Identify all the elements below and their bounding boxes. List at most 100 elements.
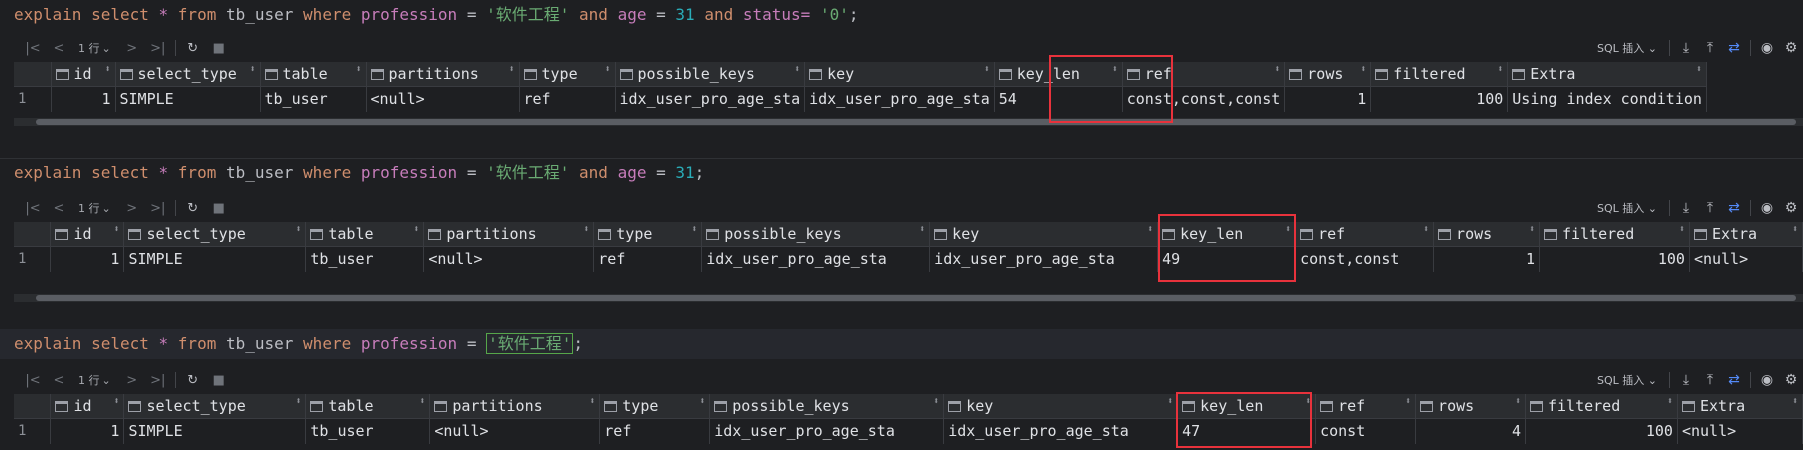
table-cell[interactable]: 47	[1177, 418, 1317, 444]
table-cell[interactable]: tb_user	[260, 86, 367, 112]
table-cell[interactable]: 100	[1525, 418, 1678, 444]
table-cell[interactable]: idx_user_pro_age_sta	[929, 246, 1159, 272]
table-cell[interactable]: tb_user	[305, 418, 431, 444]
last-page-icon[interactable]: >|	[145, 197, 171, 219]
column-header[interactable]: table ⬍	[305, 222, 425, 247]
column-header[interactable]: id ⬍	[50, 394, 125, 419]
query-line-1[interactable]: explain select * from tb_user where prof…	[0, 0, 1803, 30]
sort-icon[interactable]: ⬍	[1679, 224, 1685, 235]
refresh-icon[interactable]: ↻	[180, 197, 206, 219]
sort-icon[interactable]: ⬍	[1529, 224, 1535, 235]
stop-icon[interactable]: ■	[206, 197, 232, 219]
table-row[interactable]: 1 1 SIMPLE tb_user <null> ref idx_user_p…	[14, 418, 1803, 444]
sort-icon[interactable]: ⬍	[604, 64, 610, 75]
refresh-icon[interactable]: ↻	[180, 37, 206, 59]
sort-icon[interactable]: ⬍	[419, 396, 425, 407]
column-header[interactable]: id ⬍	[51, 62, 116, 87]
stop-icon[interactable]: ■	[206, 37, 232, 59]
table-cell[interactable]: const,const,const	[1122, 86, 1286, 112]
column-header[interactable]: partitions ⬍	[366, 62, 520, 87]
compare-icon[interactable]: ⇄	[1722, 37, 1746, 59]
table-cell[interactable]: 1	[1284, 86, 1372, 112]
query-line-2[interactable]: explain select * from tb_user where prof…	[0, 158, 1803, 188]
import-icon[interactable]: ⤒	[1698, 37, 1722, 59]
sort-icon[interactable]: ⬍	[295, 396, 301, 407]
table-cell[interactable]: ref	[519, 86, 616, 112]
table-cell[interactable]: SIMPLE	[123, 418, 307, 444]
next-page-icon[interactable]: >	[119, 369, 145, 391]
sql-mode-selector[interactable]: SQL 插入 ⌄	[1597, 40, 1665, 56]
table-cell[interactable]: 49	[1157, 246, 1297, 272]
sort-icon[interactable]: ⬍	[295, 224, 301, 235]
settings-icon[interactable]: ⚙	[1779, 197, 1803, 219]
sort-icon[interactable]: ⬍	[413, 224, 419, 235]
table-cell[interactable]: const	[1315, 418, 1417, 444]
export-icon[interactable]: ⤓	[1674, 369, 1698, 391]
table-cell[interactable]: 54	[994, 86, 1123, 112]
table-cell[interactable]: idx_user_pro_age_sta	[804, 86, 995, 112]
sort-icon[interactable]: ⬍	[355, 64, 361, 75]
table-cell[interactable]: idx_user_pro_age_sta	[615, 86, 806, 112]
column-header[interactable]: possible_keys ⬍	[709, 394, 945, 419]
column-header[interactable]: ref ⬍	[1122, 62, 1286, 87]
sort-icon[interactable]: ⬍	[1497, 64, 1503, 75]
table-cell[interactable]: idx_user_pro_age_sta	[701, 246, 931, 272]
column-header[interactable]: possible_keys ⬍	[615, 62, 806, 87]
view-icon[interactable]: ◉	[1755, 369, 1779, 391]
column-header[interactable]: select_type ⬍	[123, 222, 307, 247]
sort-icon[interactable]: ⬍	[1696, 64, 1702, 75]
sort-icon[interactable]: ⬍	[249, 64, 255, 75]
table-cell[interactable]: idx_user_pro_age_sta	[709, 418, 945, 444]
sort-icon[interactable]: ⬍	[1147, 224, 1153, 235]
column-header[interactable]: partitions ⬍	[429, 394, 601, 419]
column-header[interactable]: select_type ⬍	[123, 394, 307, 419]
prev-page-icon[interactable]: <	[46, 369, 72, 391]
table-cell[interactable]: ref	[599, 418, 711, 444]
table-cell[interactable]: 100	[1370, 86, 1509, 112]
column-header[interactable]: ref ⬍	[1315, 394, 1417, 419]
sort-icon[interactable]: ⬍	[699, 396, 705, 407]
sort-icon[interactable]: ⬍	[508, 64, 514, 75]
next-page-icon[interactable]: >	[119, 37, 145, 59]
import-icon[interactable]: ⤒	[1698, 197, 1722, 219]
table-cell[interactable]: const,const	[1295, 246, 1435, 272]
table-cell[interactable]: SIMPLE	[123, 246, 307, 272]
column-header[interactable]: rows ⬍	[1415, 394, 1526, 419]
sort-icon[interactable]: ⬍	[1274, 64, 1280, 75]
table-cell[interactable]: 100	[1539, 246, 1690, 272]
settings-icon[interactable]: ⚙	[1779, 37, 1803, 59]
sort-icon[interactable]: ⬍	[583, 224, 589, 235]
prev-page-icon[interactable]: <	[46, 37, 72, 59]
sort-icon[interactable]: ⬍	[1515, 396, 1521, 407]
sort-icon[interactable]: ⬍	[589, 396, 595, 407]
table-cell[interactable]: tb_user	[305, 246, 425, 272]
table-cell[interactable]: <null>	[366, 86, 520, 112]
compare-icon[interactable]: ⇄	[1722, 197, 1746, 219]
table-cell[interactable]: 1	[51, 86, 116, 112]
sort-icon[interactable]: ⬍	[113, 396, 119, 407]
last-page-icon[interactable]: >|	[145, 37, 171, 59]
column-header[interactable]: type ⬍	[593, 222, 703, 247]
table-cell[interactable]: SIMPLE	[115, 86, 261, 112]
sort-icon[interactable]: ⬍	[1285, 224, 1291, 235]
table-cell[interactable]: <null>	[423, 246, 595, 272]
first-page-icon[interactable]: |<	[20, 369, 46, 391]
sort-icon[interactable]: ⬍	[1792, 224, 1798, 235]
column-header[interactable]: key ⬍	[929, 222, 1159, 247]
sort-icon[interactable]: ⬍	[113, 224, 119, 235]
table-cell[interactable]: idx_user_pro_age_sta	[943, 418, 1179, 444]
table-cell[interactable]: <null>	[1689, 246, 1803, 272]
sort-icon[interactable]: ⬍	[794, 64, 800, 75]
sql-mode-selector[interactable]: SQL 插入 ⌄	[1597, 200, 1665, 216]
sort-icon[interactable]: ⬍	[984, 64, 990, 75]
column-header[interactable]: filtered ⬍	[1525, 394, 1678, 419]
column-header[interactable]: key_len ⬍	[1177, 394, 1317, 419]
horizontal-scrollbar[interactable]	[14, 294, 1803, 302]
sort-icon[interactable]: ⬍	[1667, 396, 1673, 407]
sql-mode-selector[interactable]: SQL 插入 ⌄	[1597, 372, 1665, 388]
view-icon[interactable]: ◉	[1755, 197, 1779, 219]
column-header[interactable]: rows ⬍	[1284, 62, 1372, 87]
first-page-icon[interactable]: |<	[20, 197, 46, 219]
column-header[interactable]: filtered ⬍	[1539, 222, 1690, 247]
export-icon[interactable]: ⤓	[1674, 197, 1698, 219]
